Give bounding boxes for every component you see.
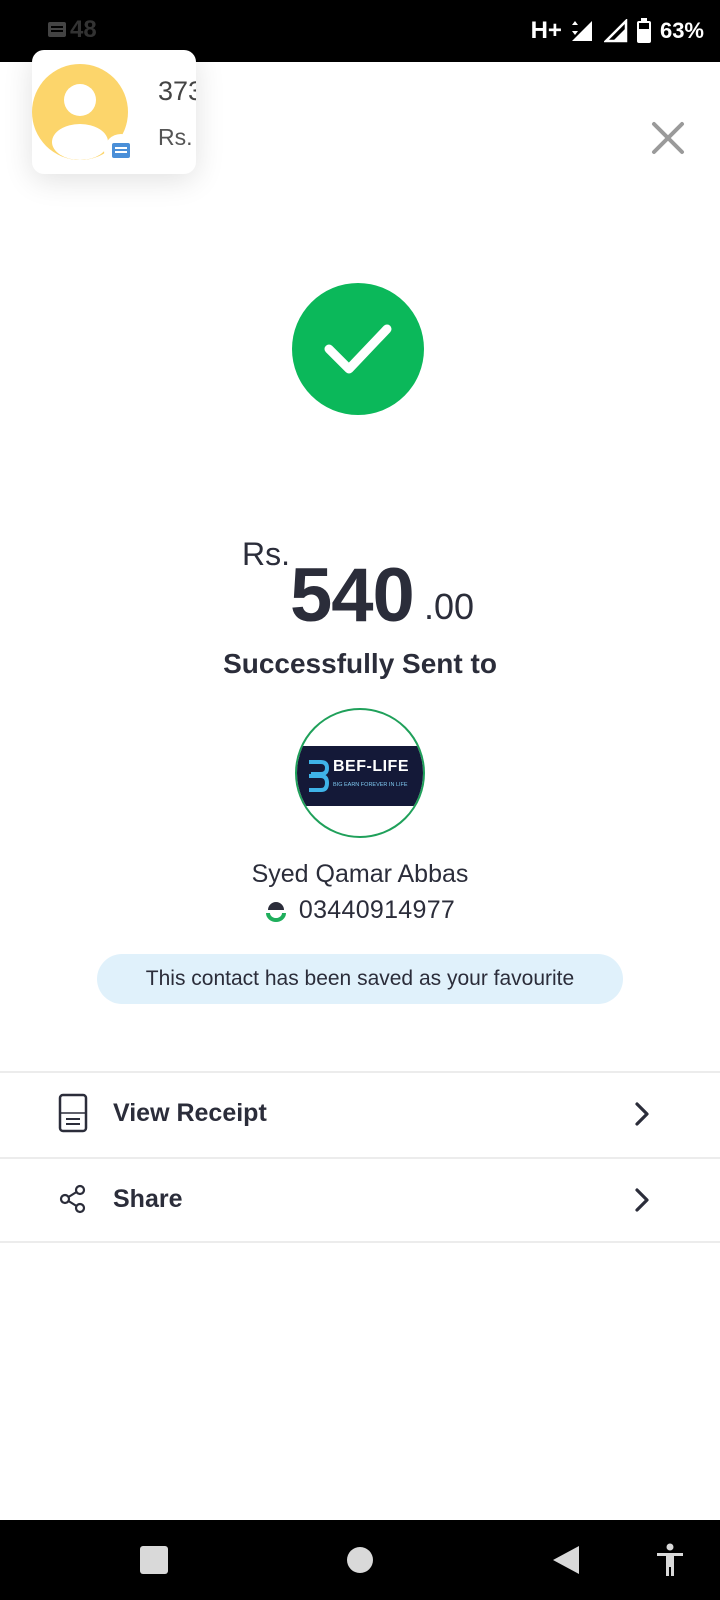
recipient-phone: 03440914977	[298, 896, 456, 924]
share-button[interactable]: Share	[0, 1159, 720, 1241]
logo-title: BEF-LIFE	[333, 758, 409, 775]
amount-decimal: .00	[424, 586, 475, 627]
divider	[0, 1241, 720, 1243]
signal-icon	[571, 21, 592, 41]
chevron-right-icon	[635, 1188, 649, 1212]
battery-percent: 63%	[659, 18, 704, 43]
recents-button[interactable]	[138, 1540, 170, 1580]
share-label: Share	[113, 1185, 183, 1213]
recipient-name: Syed Qamar Abbas	[251, 860, 469, 888]
notification-title: 373	[158, 76, 196, 106]
checkmark-icon	[324, 324, 392, 374]
logo-subtitle: BIG EARN FOREVER IN LIFE	[333, 782, 408, 788]
status-time-text: 48	[70, 16, 97, 43]
amount-display: Rs. 540 .00	[0, 530, 720, 640]
back-button[interactable]	[550, 1540, 582, 1580]
recipient-phone-row: 03440914977	[0, 896, 720, 925]
message-badge	[104, 134, 138, 168]
battery-icon	[636, 18, 651, 43]
notification-text: Rs.	[158, 124, 193, 150]
message-icon	[112, 143, 130, 158]
success-indicator	[292, 283, 424, 415]
recipient-avatar: BEF-LIFE BIG EARN FOREVER IN LIFE	[295, 708, 425, 838]
accessibility-button[interactable]	[654, 1540, 686, 1580]
view-receipt-button[interactable]: View Receipt	[0, 1073, 720, 1155]
logo-banner: BEF-LIFE BIG EARN FOREVER IN LIFE	[297, 746, 423, 806]
easypaisa-icon	[265, 901, 286, 922]
amount-currency: Rs.	[242, 536, 290, 572]
amount-main: 540	[290, 553, 415, 638]
bef-life-logo-icon	[309, 760, 329, 792]
share-icon	[56, 1177, 90, 1221]
home-icon	[347, 1547, 373, 1573]
home-button[interactable]	[346, 1540, 374, 1580]
signal-icon-2	[603, 19, 628, 43]
chevron-right-icon	[635, 1102, 649, 1126]
accessibility-icon	[657, 1543, 683, 1576]
view-receipt-label: View Receipt	[113, 1099, 267, 1127]
receipt-icon	[56, 1091, 90, 1135]
recents-icon	[140, 1546, 168, 1574]
favourite-banner: This contact has been saved as your favo…	[97, 954, 623, 1004]
status-indicators: H+ 63%	[531, 14, 704, 48]
status-time: 48	[46, 16, 97, 44]
message-notification-icon	[48, 22, 66, 37]
status-message: Successfully Sent to	[223, 648, 497, 679]
network-type: H+	[530, 17, 562, 44]
close-button[interactable]	[646, 116, 690, 160]
close-icon	[652, 122, 684, 154]
navigation-bar	[0, 1520, 720, 1600]
notification-card[interactable]: 373 Rs.	[32, 50, 196, 174]
back-icon	[553, 1546, 579, 1574]
